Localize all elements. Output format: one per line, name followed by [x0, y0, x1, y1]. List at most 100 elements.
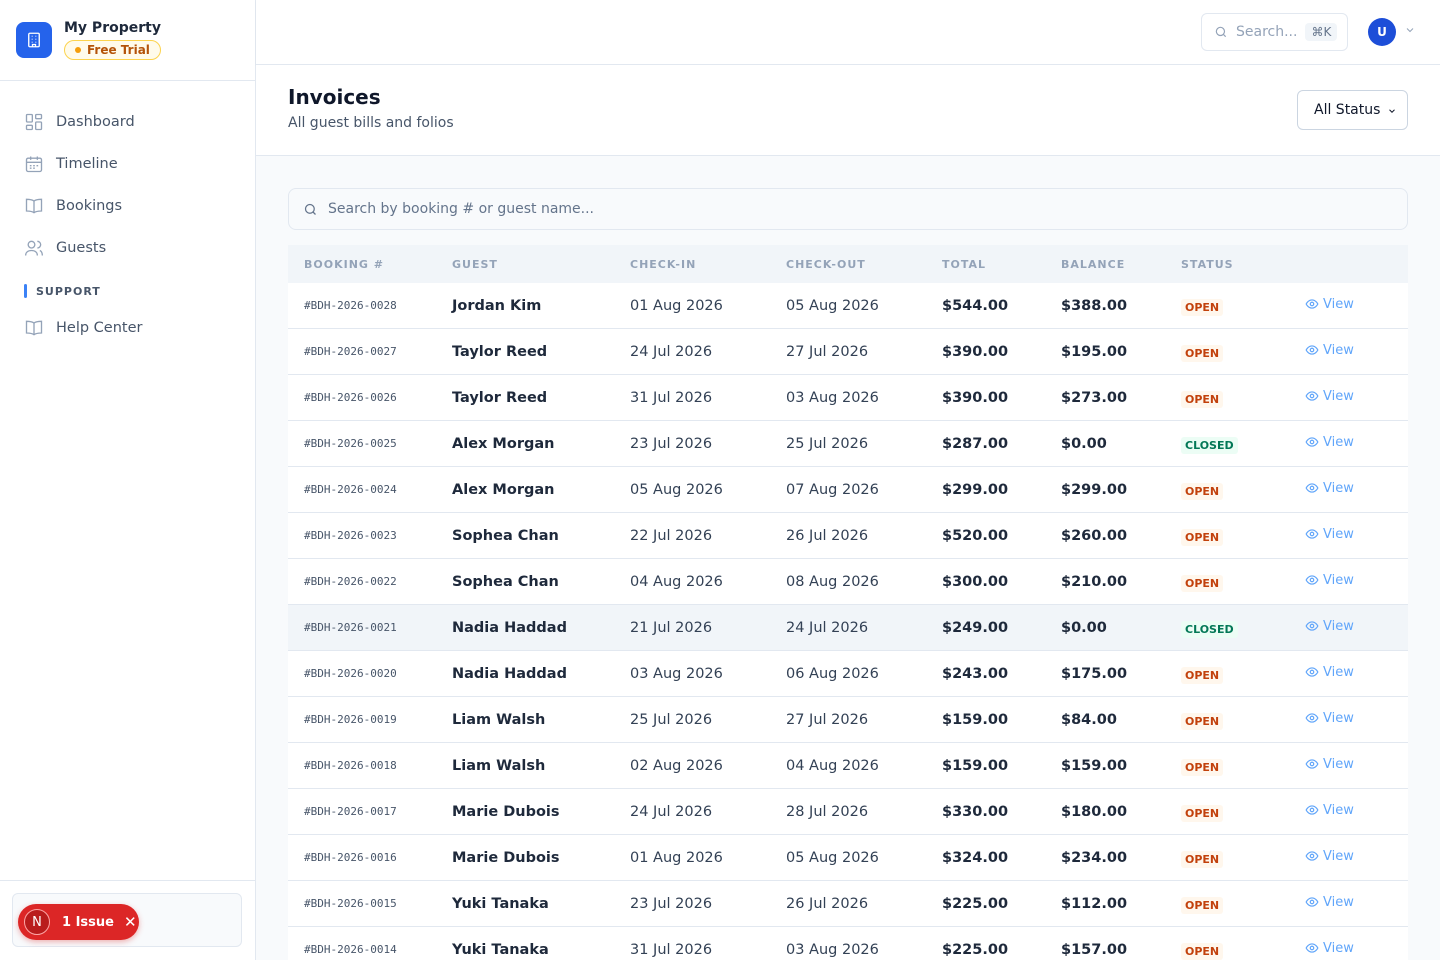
check-out-date: 08 Aug 2026 — [786, 573, 879, 590]
global-search[interactable]: Search... ⌘K — [1201, 13, 1348, 51]
sidebar-item-dashboard[interactable]: Dashboard — [16, 101, 239, 143]
view-label: View — [1323, 756, 1354, 772]
view-invoice-link[interactable]: View — [1305, 665, 1354, 680]
user-avatar[interactable]: U — [1368, 18, 1396, 46]
brand[interactable]: My Property Free Trial — [0, 0, 255, 81]
table-row[interactable]: #BDH-2026-0014 Yuki Tanaka 31 Jul 2026 0… — [288, 927, 1408, 960]
status-badge: OPEN — [1181, 482, 1224, 500]
view-invoice-link[interactable]: View — [1305, 803, 1354, 818]
table-row[interactable]: #BDH-2026-0024 Alex Morgan 05 Aug 2026 0… — [288, 467, 1408, 513]
booking-number: #BDH-2026-0025 — [304, 437, 397, 450]
table-row[interactable]: #BDH-2026-0025 Alex Morgan 23 Jul 2026 2… — [288, 421, 1408, 467]
view-invoice-link[interactable]: View — [1305, 343, 1354, 358]
table-row[interactable]: #BDH-2026-0023 Sophea Chan 22 Jul 2026 2… — [288, 513, 1408, 559]
table-row[interactable]: #BDH-2026-0028 Jordan Kim 01 Aug 2026 05… — [288, 283, 1408, 329]
invoice-balance: $234.00 — [1061, 849, 1128, 866]
sidebar-item-bookings[interactable]: Bookings — [16, 185, 239, 227]
view-invoice-link[interactable]: View — [1305, 435, 1354, 450]
invoice-balance: $273.00 — [1061, 389, 1128, 406]
sidebar-item-label: Bookings — [56, 198, 123, 214]
view-invoice-link[interactable]: View — [1305, 481, 1354, 496]
table-row[interactable]: #BDH-2026-0015 Yuki Tanaka 23 Jul 2026 2… — [288, 881, 1408, 927]
view-invoice-link[interactable]: View — [1305, 711, 1354, 726]
invoice-search-input[interactable]: Search by booking # or guest name... — [288, 188, 1408, 230]
guest-name: Yuki Tanaka — [452, 941, 549, 958]
status-badge: OPEN — [1181, 390, 1224, 408]
check-in-date: 01 Aug 2026 — [630, 297, 723, 314]
view-invoice-link[interactable]: View — [1305, 895, 1354, 910]
table-body: #BDH-2026-0028 Jordan Kim 01 Aug 2026 05… — [288, 283, 1408, 960]
column-header-check-in: CHECK-IN — [630, 257, 697, 271]
sidebar-item-label: Timeline — [56, 156, 118, 172]
view-invoice-link[interactable]: View — [1305, 757, 1354, 772]
invoice-total: $159.00 — [942, 711, 1009, 728]
view-label: View — [1323, 710, 1354, 726]
check-out-date: 27 Jul 2026 — [786, 343, 869, 360]
check-out-date: 26 Jul 2026 — [786, 895, 869, 912]
status-badge: OPEN — [1181, 528, 1224, 546]
guest-name: Taylor Reed — [452, 343, 548, 360]
view-invoice-link[interactable]: View — [1305, 527, 1354, 542]
view-invoice-link[interactable]: View — [1305, 849, 1354, 864]
guest-name: Liam Walsh — [452, 757, 546, 774]
check-out-date: 28 Jul 2026 — [786, 803, 869, 820]
book-icon — [25, 320, 43, 336]
table-row[interactable]: #BDH-2026-0027 Taylor Reed 24 Jul 2026 2… — [288, 329, 1408, 375]
guest-name: Nadia Haddad — [452, 665, 567, 682]
booking-number: #BDH-2026-0023 — [304, 529, 397, 542]
eye-icon — [1305, 943, 1319, 953]
table-row[interactable]: #BDH-2026-0018 Liam Walsh 02 Aug 2026 04… — [288, 743, 1408, 789]
booking-number: #BDH-2026-0014 — [304, 943, 397, 956]
table-row[interactable]: #BDH-2026-0026 Taylor Reed 31 Jul 2026 0… — [288, 375, 1408, 421]
check-out-date: 24 Jul 2026 — [786, 619, 869, 636]
eye-icon — [1305, 759, 1319, 769]
check-out-date: 03 Aug 2026 — [786, 941, 879, 958]
check-out-date: 05 Aug 2026 — [786, 297, 879, 314]
eye-icon — [1305, 897, 1319, 907]
view-invoice-link[interactable]: View — [1305, 297, 1354, 312]
check-in-date: 31 Jul 2026 — [630, 389, 713, 406]
sidebar-item-guests[interactable]: Guests — [16, 227, 239, 269]
view-label: View — [1323, 434, 1354, 450]
check-in-date: 03 Aug 2026 — [630, 665, 723, 682]
view-label: View — [1323, 618, 1354, 634]
view-label: View — [1323, 572, 1354, 588]
booking-number: #BDH-2026-0020 — [304, 667, 397, 680]
table-row[interactable]: #BDH-2026-0017 Marie Dubois 24 Jul 2026 … — [288, 789, 1408, 835]
status-badge: OPEN — [1181, 942, 1224, 960]
check-in-date: 24 Jul 2026 — [630, 803, 713, 820]
view-invoice-link[interactable]: View — [1305, 389, 1354, 404]
view-label: View — [1323, 296, 1354, 312]
search-shortcut: ⌘K — [1305, 23, 1338, 41]
sidebar-footer: N 1 Issue ✕ — [0, 880, 255, 960]
status-filter-select[interactable]: All Status — [1297, 90, 1408, 130]
page-title: Invoices — [288, 85, 381, 109]
issue-badge[interactable]: N 1 Issue ✕ — [18, 904, 139, 940]
calendar-icon — [25, 156, 43, 173]
invoice-total: $544.00 — [942, 297, 1009, 314]
guest-name: Sophea Chan — [452, 527, 559, 544]
close-icon[interactable]: ✕ — [124, 913, 137, 931]
support-section-heading: SUPPORT — [16, 279, 239, 303]
view-invoice-link[interactable]: View — [1305, 573, 1354, 588]
invoices-table: BOOKING # GUEST CHECK-IN CHECK-OUT TOTAL… — [288, 245, 1408, 960]
table-row[interactable]: #BDH-2026-0019 Liam Walsh 25 Jul 2026 27… — [288, 697, 1408, 743]
table-row[interactable]: #BDH-2026-0022 Sophea Chan 04 Aug 2026 0… — [288, 559, 1408, 605]
status-badge: CLOSED — [1181, 620, 1238, 638]
table-row[interactable]: #BDH-2026-0020 Nadia Haddad 03 Aug 2026 … — [288, 651, 1408, 697]
table-row[interactable]: #BDH-2026-0021 Nadia Haddad 21 Jul 2026 … — [288, 605, 1408, 651]
sidebar-item-label: Dashboard — [56, 114, 135, 130]
sidebar-item-timeline[interactable]: Timeline — [16, 143, 239, 185]
view-invoice-link[interactable]: View — [1305, 619, 1354, 634]
table-row[interactable]: #BDH-2026-0016 Marie Dubois 01 Aug 2026 … — [288, 835, 1408, 881]
invoice-total: $225.00 — [942, 941, 1009, 958]
booking-number: #BDH-2026-0019 — [304, 713, 397, 726]
sidebar-item-help-center[interactable]: Help Center — [16, 307, 239, 349]
building-icon — [16, 22, 52, 58]
user-card: N 1 Issue ✕ — [12, 893, 242, 947]
chevron-down-icon[interactable] — [1404, 24, 1416, 36]
eye-icon — [1305, 437, 1319, 447]
sidebar: My Property Free Trial Dashboard Timelin… — [0, 0, 256, 960]
page-header: Invoices All guest bills and folios All … — [256, 65, 1440, 156]
view-invoice-link[interactable]: View — [1305, 941, 1354, 956]
